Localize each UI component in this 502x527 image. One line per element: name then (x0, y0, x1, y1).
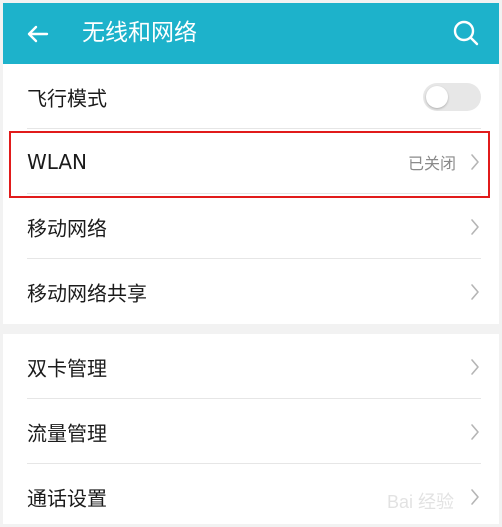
mobile-network-label: 移动网络 (27, 216, 107, 240)
chevron-right-icon (471, 153, 479, 170)
watermark-text: Bai 经验 (387, 492, 455, 512)
dual-sim-label: 双卡管理 (27, 356, 107, 380)
watermark: Bai 经验 (387, 484, 493, 518)
section-gap (3, 324, 499, 334)
airplane-mode-label: 飞行模式 (27, 86, 107, 110)
wlan-label: WLAN (27, 149, 88, 174)
chevron-right-icon (471, 218, 479, 235)
wlan-row[interactable]: WLAN 已关闭 (3, 129, 499, 194)
mobile-hotspot-row[interactable]: 移动网络共享 (3, 259, 499, 324)
chevron-right-icon (471, 283, 479, 300)
airplane-mode-toggle[interactable] (423, 82, 481, 111)
chevron-right-icon (471, 423, 479, 440)
data-usage-row[interactable]: 流量管理 (3, 399, 499, 464)
search-icon[interactable] (451, 18, 481, 48)
back-arrow-icon[interactable] (23, 19, 53, 49)
dual-sim-row[interactable]: 双卡管理 (3, 334, 499, 399)
screen: 无线和网络 飞行模式 WLAN 已关闭 移动网络 移动网络共享 双卡管理 流量管… (3, 3, 499, 524)
top-bar: 无线和网络 (3, 3, 499, 64)
wlan-status: 已关闭 (407, 153, 456, 173)
airplane-mode-row[interactable]: 飞行模式 (3, 64, 499, 129)
chevron-right-icon (471, 358, 479, 375)
settings-list: 飞行模式 WLAN 已关闭 移动网络 移动网络共享 双卡管理 流量管理 通话设置 (3, 64, 499, 524)
page-title: 无线和网络 (82, 20, 197, 46)
mobile-hotspot-label: 移动网络共享 (27, 281, 147, 305)
call-settings-label: 通话设置 (27, 486, 107, 510)
toggle-knob (426, 85, 448, 108)
data-usage-label: 流量管理 (27, 421, 107, 445)
mobile-network-row[interactable]: 移动网络 (3, 194, 499, 259)
